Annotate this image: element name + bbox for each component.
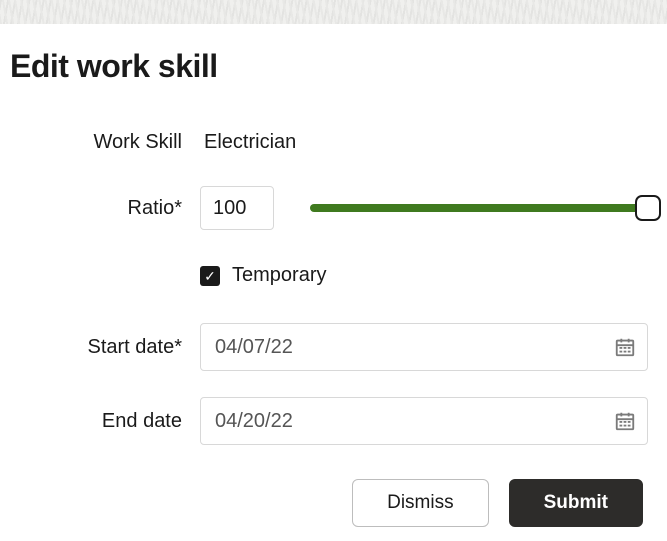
start-date-input[interactable] [200, 323, 648, 371]
ratio-slider-thumb[interactable] [635, 195, 661, 221]
calendar-icon[interactable] [614, 410, 636, 432]
end-date-input[interactable] [200, 397, 648, 445]
start-date-label: Start date* [10, 336, 200, 359]
check-icon: ✓ [204, 269, 216, 283]
row-end-date: End date [10, 397, 657, 445]
row-work-skill: Work Skill Electrician [10, 125, 657, 160]
end-date-label: End date [10, 410, 200, 433]
ratio-slider-track [310, 204, 647, 212]
work-skill-label: Work Skill [10, 131, 200, 154]
submit-button[interactable]: Submit [509, 479, 643, 527]
temporary-label: Temporary [232, 264, 326, 287]
row-temporary: ✓ Temporary [10, 264, 657, 287]
row-ratio: Ratio* [10, 186, 657, 230]
action-bar: Dismiss Submit [10, 479, 657, 527]
row-start-date: Start date* [10, 323, 657, 371]
calendar-icon[interactable] [614, 336, 636, 358]
ratio-input[interactable] [200, 186, 274, 230]
dismiss-button[interactable]: Dismiss [352, 479, 489, 527]
header-texture [0, 0, 667, 24]
work-skill-value: Electrician [200, 125, 300, 160]
ratio-slider[interactable] [310, 204, 657, 212]
temporary-checkbox[interactable]: ✓ [200, 266, 220, 286]
ratio-label: Ratio* [10, 197, 200, 220]
page-title: Edit work skill [10, 48, 657, 85]
